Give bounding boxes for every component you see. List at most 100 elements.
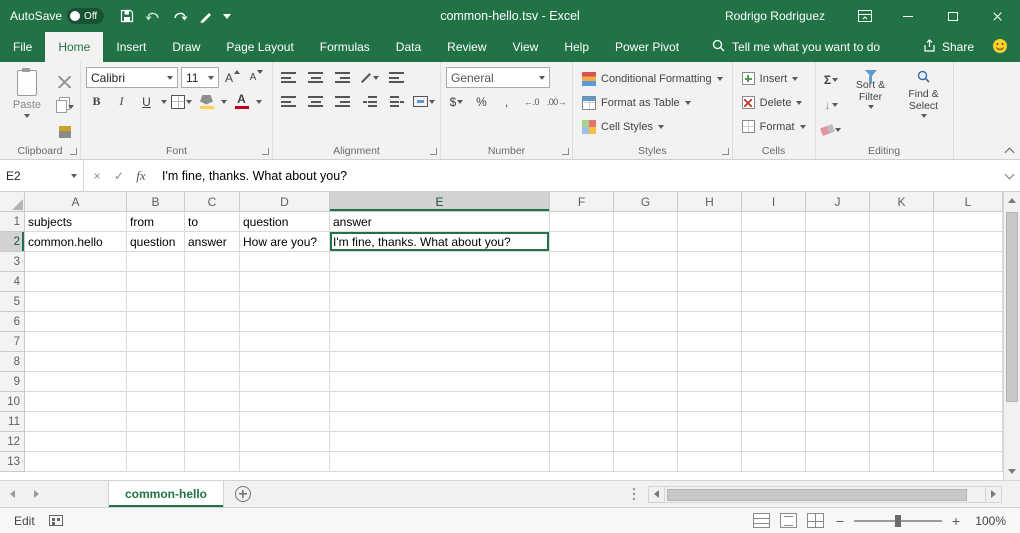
cell-D4[interactable] [240, 272, 330, 292]
row-header-2[interactable]: 2 [0, 232, 25, 252]
cell-A7[interactable] [25, 332, 127, 352]
cell-D8[interactable] [240, 352, 330, 372]
cell-G9[interactable] [614, 372, 678, 392]
cell-A11[interactable] [25, 412, 127, 432]
cell-K6[interactable] [870, 312, 934, 332]
name-box[interactable]: E2 [0, 160, 84, 191]
scroll-up-button[interactable] [1004, 192, 1020, 209]
column-header-G[interactable]: G [614, 192, 678, 212]
cell-J8[interactable] [806, 352, 870, 372]
cell-J9[interactable] [806, 372, 870, 392]
cell-F7[interactable] [550, 332, 614, 352]
qat-dropdown-icon[interactable] [223, 14, 231, 19]
autosave-pill[interactable]: Off [67, 8, 104, 24]
cell-F6[interactable] [550, 312, 614, 332]
zoom-slider[interactable] [854, 520, 942, 522]
tell-me-box[interactable]: Tell me what you want to do [712, 32, 880, 62]
cell-I11[interactable] [742, 412, 806, 432]
column-header-D[interactable]: D [240, 192, 330, 212]
row-header-8[interactable]: 8 [0, 352, 25, 372]
decrease-indent-button[interactable] [359, 91, 380, 112]
cell-K7[interactable] [870, 332, 934, 352]
cell-I6[interactable] [742, 312, 806, 332]
delete-cells-button[interactable]: Delete [738, 91, 807, 114]
cell-L4[interactable] [934, 272, 1003, 292]
cell-D1[interactable]: question [240, 212, 330, 232]
cell-F5[interactable] [550, 292, 614, 312]
select-all-corner[interactable] [0, 192, 25, 212]
cell-H1[interactable] [678, 212, 742, 232]
column-header-C[interactable]: C [185, 192, 240, 212]
cell-I10[interactable] [742, 392, 806, 412]
tab-splitter-handle[interactable] [632, 487, 640, 501]
sheet-nav-left-button[interactable] [0, 481, 24, 507]
cell-B3[interactable] [127, 252, 185, 272]
cell-L3[interactable] [934, 252, 1003, 272]
conditional-formatting-button[interactable]: Conditional Formatting [578, 67, 727, 90]
cell-B13[interactable] [127, 452, 185, 472]
vertical-scrollbar-thumb[interactable] [1006, 212, 1018, 402]
cell-L11[interactable] [934, 412, 1003, 432]
autosave-toggle[interactable]: AutoSave Off [10, 8, 104, 24]
cell-E2[interactable]: I'm fine, thanks. What about you? [330, 232, 550, 252]
cell-H13[interactable] [678, 452, 742, 472]
cell-C3[interactable] [185, 252, 240, 272]
row-header-5[interactable]: 5 [0, 292, 25, 312]
cell-L1[interactable] [934, 212, 1003, 232]
cell-E10[interactable] [330, 392, 550, 412]
cell-J11[interactable] [806, 412, 870, 432]
styles-dialog-launcher-icon[interactable] [722, 148, 729, 155]
cell-I8[interactable] [742, 352, 806, 372]
cell-C1[interactable]: to [185, 212, 240, 232]
cell-F12[interactable] [550, 432, 614, 452]
cell-B7[interactable] [127, 332, 185, 352]
percent-button[interactable]: % [471, 91, 492, 112]
save-icon[interactable] [120, 9, 134, 23]
autosum-button[interactable]: Σ [821, 69, 842, 90]
cell-L8[interactable] [934, 352, 1003, 372]
cut-button[interactable] [54, 71, 75, 92]
cell-J1[interactable] [806, 212, 870, 232]
cell-F13[interactable] [550, 452, 614, 472]
insert-cells-button[interactable]: Insert [738, 67, 803, 90]
cell-C10[interactable] [185, 392, 240, 412]
cell-E12[interactable] [330, 432, 550, 452]
cell-G11[interactable] [614, 412, 678, 432]
cell-L7[interactable] [934, 332, 1003, 352]
tab-file[interactable]: File [0, 32, 45, 62]
cell-I13[interactable] [742, 452, 806, 472]
cell-H12[interactable] [678, 432, 742, 452]
paste-button[interactable]: Paste [5, 67, 49, 118]
cell-B4[interactable] [127, 272, 185, 292]
cell-B6[interactable] [127, 312, 185, 332]
cell-H4[interactable] [678, 272, 742, 292]
cell-I12[interactable] [742, 432, 806, 452]
cell-K9[interactable] [870, 372, 934, 392]
row-header-3[interactable]: 3 [0, 252, 25, 272]
cell-H11[interactable] [678, 412, 742, 432]
pen-icon[interactable] [199, 10, 212, 23]
clipboard-dialog-launcher-icon[interactable] [70, 148, 77, 155]
cell-B12[interactable] [127, 432, 185, 452]
cell-C5[interactable] [185, 292, 240, 312]
cell-A4[interactable] [25, 272, 127, 292]
find-select-button[interactable]: Find & Select [900, 67, 948, 118]
cell-F9[interactable] [550, 372, 614, 392]
cell-C2[interactable]: answer [185, 232, 240, 252]
cell-H6[interactable] [678, 312, 742, 332]
vertical-scrollbar[interactable] [1003, 192, 1020, 480]
borders-button[interactable] [171, 91, 192, 112]
cell-J6[interactable] [806, 312, 870, 332]
scroll-down-button[interactable] [1004, 463, 1020, 480]
normal-view-button[interactable] [753, 513, 770, 528]
column-header-F[interactable]: F [550, 192, 614, 212]
sort-filter-button[interactable]: Sort & Filter [847, 67, 895, 109]
merge-center-button[interactable] [413, 91, 435, 112]
cell-A5[interactable] [25, 292, 127, 312]
undo-icon[interactable] [145, 10, 161, 23]
cell-I9[interactable] [742, 372, 806, 392]
tab-view[interactable]: View [500, 32, 552, 62]
sheet-tab-common-hello[interactable]: common-hello [108, 481, 224, 507]
cell-L10[interactable] [934, 392, 1003, 412]
cell-E9[interactable] [330, 372, 550, 392]
